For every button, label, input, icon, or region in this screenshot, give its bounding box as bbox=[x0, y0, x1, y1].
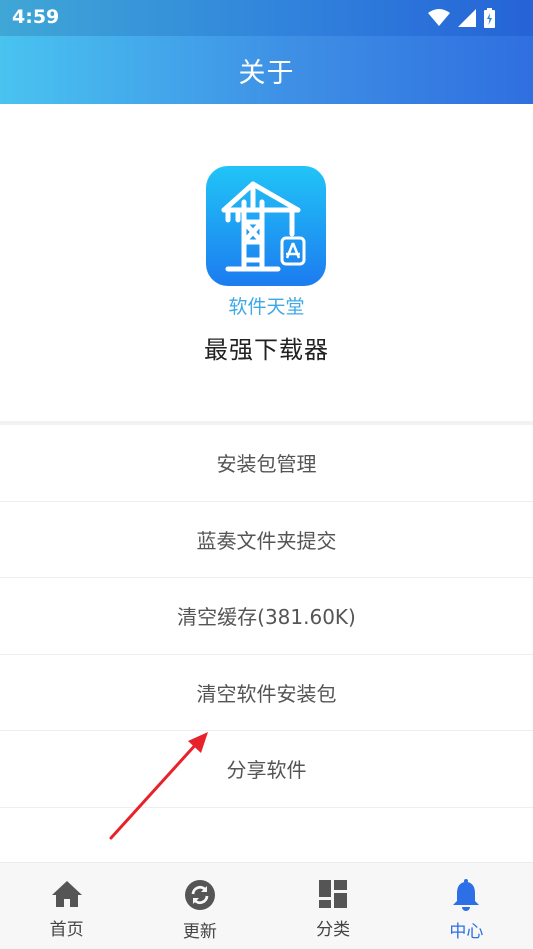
menu-item-clear-packages[interactable]: 清空软件安装包 bbox=[0, 655, 533, 731]
home-icon bbox=[51, 881, 82, 907]
bottom-tab-bar: 首页 更新 分类 中心 bbox=[0, 862, 533, 949]
grid-icon bbox=[319, 880, 348, 908]
brand-name: 软件天堂 bbox=[228, 296, 305, 318]
status-bar: 4:59 bbox=[0, 0, 533, 36]
battery-charging-icon bbox=[484, 8, 495, 28]
bell-icon bbox=[453, 879, 480, 911]
tab-update[interactable]: 更新 bbox=[133, 863, 266, 949]
crane-app-store-icon bbox=[206, 166, 326, 286]
tab-label: 首页 bbox=[49, 920, 84, 940]
tab-center[interactable]: 中心 bbox=[400, 863, 533, 949]
menu-item-lanzou-folder-submit[interactable]: 蓝奏文件夹提交 bbox=[0, 502, 533, 578]
tagline: 最强下载器 bbox=[204, 336, 329, 364]
title-bar: 关于 bbox=[0, 36, 533, 104]
tab-category[interactable]: 分类 bbox=[267, 863, 400, 949]
signal-icon bbox=[458, 9, 476, 27]
wifi-icon bbox=[428, 9, 450, 26]
status-time: 4:59 bbox=[12, 6, 60, 28]
tab-label: 分类 bbox=[316, 920, 351, 940]
menu-item-share-app[interactable]: 分享软件 bbox=[0, 731, 533, 808]
settings-menu: 安装包管理 蓝奏文件夹提交 清空缓存(381.60K) 清空软件安装包 分享软件 bbox=[0, 425, 533, 808]
tab-label: 中心 bbox=[449, 922, 484, 942]
tab-home[interactable]: 首页 bbox=[0, 863, 133, 949]
page-title: 关于 bbox=[238, 57, 295, 89]
menu-item-clear-cache[interactable]: 清空缓存(381.60K) bbox=[0, 578, 533, 655]
tab-label: 更新 bbox=[182, 922, 217, 942]
refresh-icon bbox=[184, 880, 215, 910]
about-header: 软件天堂 最强下载器 bbox=[0, 104, 533, 421]
menu-item-package-management[interactable]: 安装包管理 bbox=[0, 425, 533, 502]
